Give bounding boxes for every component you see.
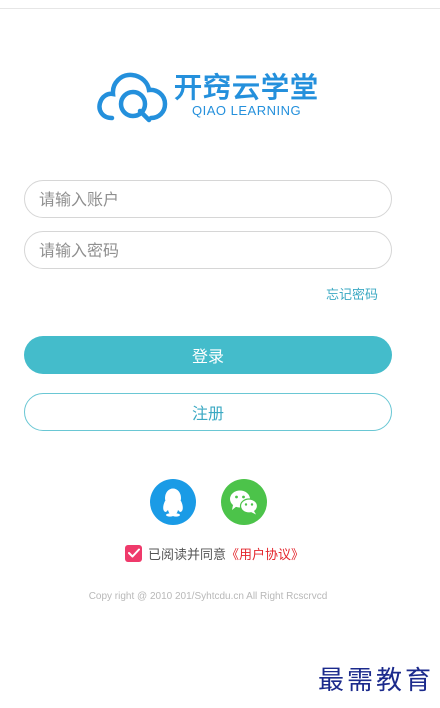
password-input[interactable] bbox=[24, 231, 392, 269]
agreement-text: 已阅读并同意 bbox=[148, 547, 227, 563]
login-button[interactable]: 登录 bbox=[24, 336, 392, 374]
copyright-text: Copy right @ 2010 201/Syhtcdu.cn All Rig… bbox=[88, 591, 328, 602]
wechat-login-button[interactable] bbox=[221, 479, 267, 525]
watermark: 最需教育 bbox=[317, 666, 434, 696]
forgot-password-link[interactable]: 忘记密码 bbox=[326, 284, 378, 303]
account-input[interactable] bbox=[24, 180, 392, 218]
qq-login-button[interactable] bbox=[150, 479, 196, 525]
cloud-q-logo-icon bbox=[97, 72, 168, 123]
register-button-label: 注册 bbox=[191, 404, 224, 423]
user-agreement-link[interactable]: 《用户协议》 bbox=[226, 544, 304, 563]
wechat-icon bbox=[230, 490, 259, 515]
agreement-checkbox[interactable] bbox=[125, 544, 142, 562]
checkmark-icon bbox=[127, 548, 140, 558]
logo-title: 开窍云学堂 bbox=[174, 71, 320, 104]
logo-subtitle: QIAO LEARNING bbox=[192, 103, 302, 118]
app-logo: 开窍云学堂 QIAO LEARNING bbox=[96, 60, 336, 126]
agreement-row: 已阅读并同意 《用户协议》 bbox=[125, 544, 304, 563]
register-button[interactable]: 注册 bbox=[24, 393, 392, 431]
login-button-label: 登录 bbox=[191, 347, 224, 366]
qq-penguin-icon bbox=[163, 488, 183, 517]
top-divider bbox=[0, 8, 440, 9]
